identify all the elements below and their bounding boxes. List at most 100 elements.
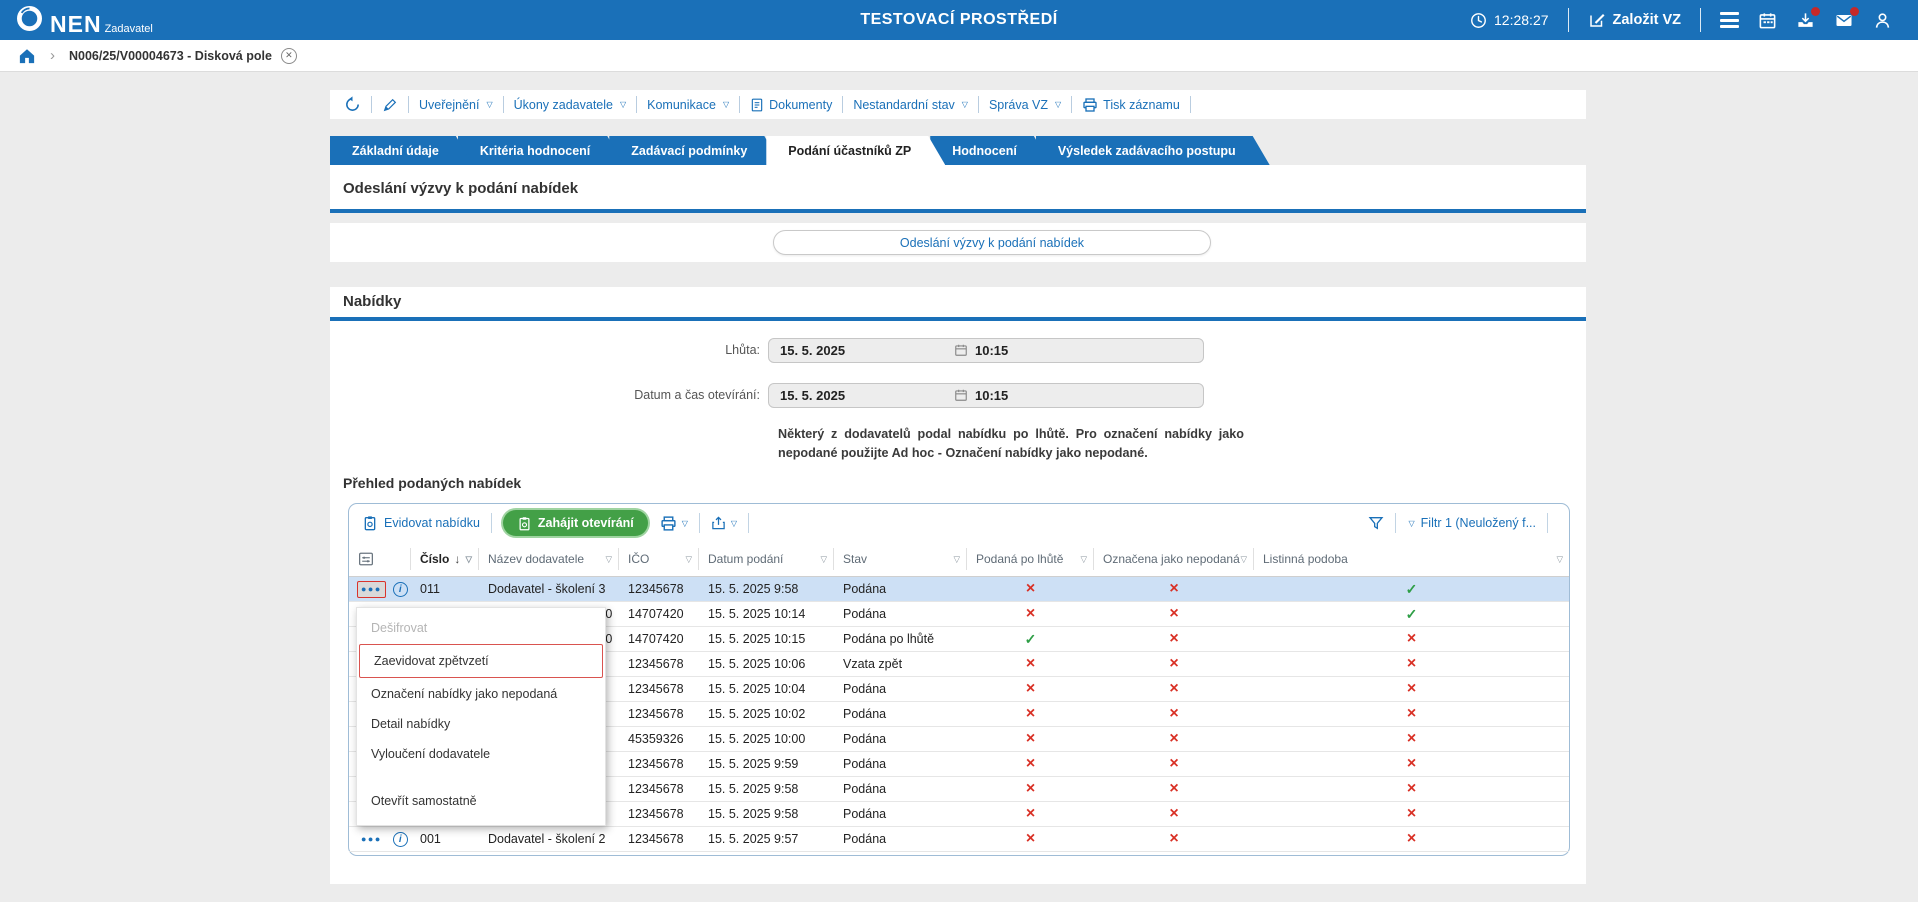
cross-icon: ×: [1026, 705, 1035, 722]
column-filter-icon[interactable]: ▽: [465, 554, 472, 565]
section-offers-title: Nabídky: [343, 293, 401, 310]
nen-logo[interactable]: NEN Zadavatel: [16, 5, 153, 36]
active-filter-label[interactable]: Filtr 1 (Neuložený f...: [1421, 516, 1536, 530]
toolbar-tisk-z-znamu[interactable]: Tisk záznamu: [1082, 97, 1180, 113]
offer-status: Podána po lhůtě: [834, 632, 967, 646]
column-filter-icon[interactable]: ▽: [1240, 554, 1247, 565]
highlighted-menu-item-box: Zaevidovat zpětvzetí: [359, 644, 603, 678]
print-table-button[interactable]: ▽: [660, 515, 688, 532]
column-filter-icon[interactable]: ▽: [1556, 554, 1563, 565]
column-label: Označena jako nepodaná: [1103, 552, 1240, 566]
opening-field[interactable]: 15. 5. 2025 10:15: [768, 383, 1204, 408]
menu-item-otev-t-samostatn[interactable]: Otevřít samostatně: [357, 786, 605, 816]
column-header-i-o[interactable]: IČO ▽: [619, 548, 699, 570]
register-offer-label: Evidovat nabídku: [384, 516, 480, 530]
flag-paper-form: ×: [1254, 681, 1569, 697]
tab-v-sledek-zad-vac-ho-postupu[interactable]: Výsledek zadávacího postupu: [1036, 136, 1270, 165]
column-filter-icon[interactable]: ▽: [820, 554, 827, 565]
supplier-ico: 14707420: [619, 607, 699, 621]
main-menu-button[interactable]: [1720, 12, 1739, 28]
column-settings-icon: [358, 552, 374, 566]
cross-icon: ×: [1407, 805, 1416, 822]
toolbar-kony-zadavatele[interactable]: Úkony zadavatele▽: [514, 98, 627, 112]
table-row[interactable]: ●●●i011Dodavatel - školení 31234567815. …: [349, 577, 1569, 602]
column-settings-button[interactable]: [349, 548, 411, 570]
user-button[interactable]: [1873, 11, 1892, 30]
row-info-button[interactable]: i: [393, 582, 408, 597]
tab-label: Výsledek zadávacího postupu: [1058, 144, 1236, 158]
cross-icon: ×: [1407, 780, 1416, 797]
tab-z-kladn-daje[interactable]: Základní údaje: [330, 136, 473, 165]
messages-button[interactable]: [1834, 11, 1854, 30]
flag-late: ×: [967, 656, 1094, 672]
column-filter-icon[interactable]: ▽: [605, 554, 612, 565]
start-opening-button[interactable]: Zahájit otevírání: [503, 510, 648, 536]
column-header-slo[interactable]: Číslo↓▽: [411, 548, 479, 570]
toolbar-nestandardn-stav[interactable]: Nestandardní stav▽: [853, 98, 968, 112]
deadline-field[interactable]: 15. 5. 2025 10:15: [768, 338, 1204, 363]
send-invitation-button[interactable]: Odeslání výzvy k podání nabídek: [773, 230, 1211, 255]
toolbar-uve-ejn-n[interactable]: Uveřejnění▽: [419, 98, 493, 112]
section-invitation: Odeslání výzvy k podání nabídek: [330, 165, 1586, 213]
mail-badge: [1850, 7, 1859, 16]
row-info-button[interactable]: i: [393, 832, 408, 847]
cross-icon: ×: [1169, 730, 1178, 747]
toolbar-pencil-button[interactable]: [382, 97, 398, 113]
toolbar-refresh-button[interactable]: [344, 96, 361, 113]
caret-down-icon: ▽: [682, 519, 688, 528]
logo-text: NEN: [50, 13, 102, 36]
column-header-datum-pod-n[interactable]: Datum podání▽: [699, 548, 834, 570]
menu-item-zaevidovat-zp-tvzet[interactable]: Zaevidovat zpětvzetí: [360, 645, 602, 677]
caret-down-icon: ▽: [1409, 519, 1415, 528]
export-button[interactable]: ▽: [711, 515, 737, 531]
column-filter-icon[interactable]: ▽: [953, 554, 960, 565]
flag-late: ×: [967, 831, 1094, 847]
opening-time: 10:15: [975, 388, 1008, 403]
supplier-name: Dodavatel - školení 2: [479, 832, 619, 846]
caret-down-icon: ▽: [962, 100, 968, 109]
column-header-ozna-ena-jako-nepodan[interactable]: Označena jako nepodaná▽: [1094, 548, 1254, 570]
calendar-button[interactable]: [1758, 11, 1777, 30]
toolbar-divider: [739, 96, 740, 113]
flag-not-submitted: ×: [1094, 681, 1254, 697]
supplier-ico: 12345678: [619, 582, 699, 596]
cross-icon: ×: [1026, 755, 1035, 772]
column-label: IČO: [628, 552, 649, 566]
column-filter-icon[interactable]: ▽: [685, 554, 692, 565]
toolbar-divider: [371, 96, 372, 113]
menu-item-ozna-en-nab-dky-jako-nepodan[interactable]: Označení nabídky jako nepodaná: [357, 679, 605, 709]
flag-late: ×: [967, 606, 1094, 622]
toolbar-label: Správa VZ: [989, 98, 1048, 112]
filter-button[interactable]: [1368, 515, 1384, 531]
table-row[interactable]: ●●●i001Dodavatel - školení 21234567815. …: [349, 827, 1569, 852]
close-record-icon[interactable]: ✕: [281, 48, 297, 64]
flag-late: ×: [967, 731, 1094, 747]
row-menu-button[interactable]: ●●●: [357, 831, 386, 848]
downloads-button[interactable]: [1796, 11, 1815, 30]
tab-zad-vac-podm-nky[interactable]: Zadávací podmínky: [609, 136, 781, 165]
column-header-stav[interactable]: Stav▽: [834, 548, 967, 570]
create-vz-button[interactable]: Založit VZ: [1588, 11, 1681, 29]
flag-paper-form: ×: [1254, 731, 1569, 747]
tab-pod-n-astn-k-zp[interactable]: Podání účastníků ZP: [766, 136, 945, 165]
offer-status: Podána: [834, 832, 967, 846]
flag-paper-form: ×: [1254, 706, 1569, 722]
cross-icon: ×: [1407, 655, 1416, 672]
home-button[interactable]: [18, 47, 36, 65]
toolbar-spr-va-vz[interactable]: Správa VZ▽: [989, 98, 1061, 112]
column-header-n-zev-dodavatele[interactable]: Název dodavatele▽: [479, 548, 619, 570]
breadcrumb-item[interactable]: N006/25/V00004673 - Disková pole: [69, 49, 272, 63]
column-header-podan-po-lh-t[interactable]: Podaná po lhůtě▽: [967, 548, 1094, 570]
column-filter-icon[interactable]: ▽: [1080, 554, 1087, 565]
tab-krit-ria-hodnocen[interactable]: Kritéria hodnocení: [458, 136, 624, 165]
column-header-listinn-podoba[interactable]: Listinná podoba▽: [1254, 548, 1569, 570]
toolbar-dokumenty[interactable]: Dokumenty: [750, 97, 832, 113]
toolbar-komunikace[interactable]: Komunikace▽: [647, 98, 729, 112]
register-offer-button[interactable]: Evidovat nabídku: [362, 515, 480, 531]
flag-late: ×: [967, 681, 1094, 697]
menu-item-vylou-en-dodavatele[interactable]: Vyloučení dodavatele: [357, 739, 605, 769]
cross-icon: ×: [1407, 830, 1416, 847]
row-menu-button[interactable]: ●●●: [357, 581, 386, 598]
menu-item-detail-nab-dky[interactable]: Detail nabídky: [357, 709, 605, 739]
tab-hodnocen[interactable]: Hodnocení: [930, 136, 1051, 165]
